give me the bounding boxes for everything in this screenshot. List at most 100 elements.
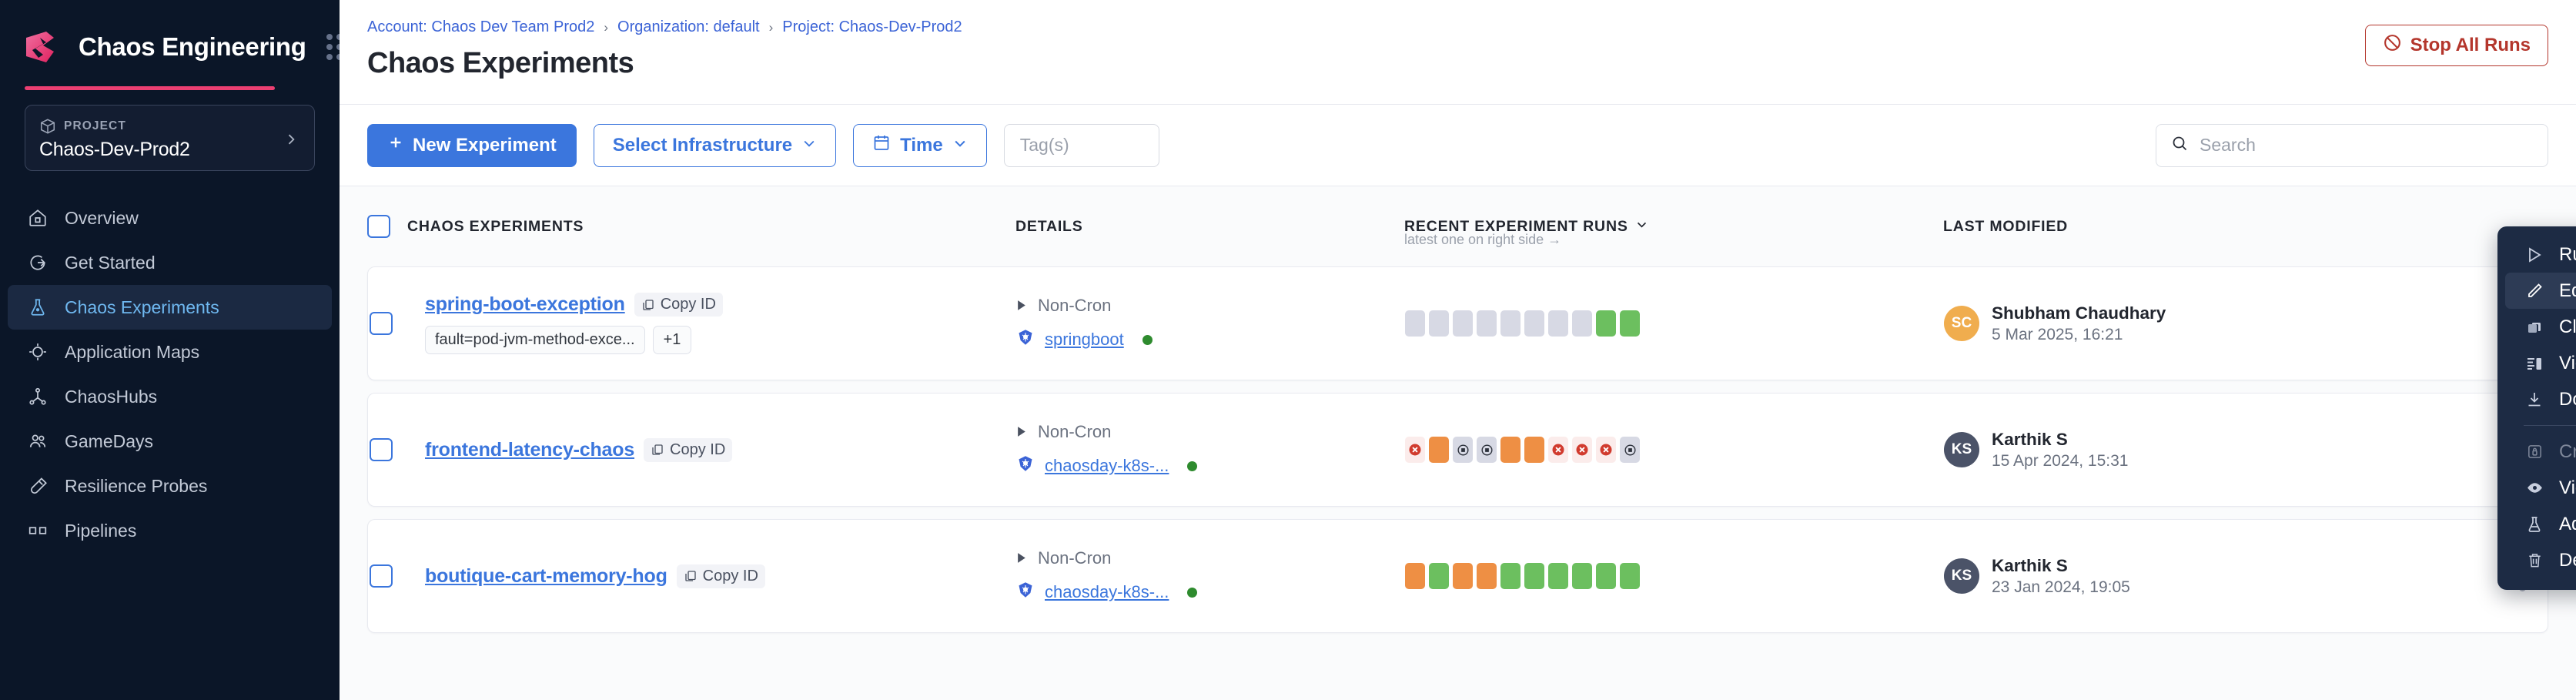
menu-item-clone-experiment[interactable]: Clone Experiment	[2505, 309, 2576, 345]
experiment-name-link[interactable]: frontend-latency-chaos	[425, 439, 634, 461]
run-bar-success[interactable]	[1524, 563, 1544, 589]
run-bar-idle[interactable]	[1405, 310, 1425, 337]
details-cell: Non-Cron chaosday-k8s-...	[1016, 422, 1405, 477]
harness-logo-icon	[23, 27, 63, 67]
copy-id-button[interactable]: Copy ID	[677, 564, 765, 588]
infrastructure-link[interactable]: springboot	[1045, 330, 1124, 350]
run-bar-running[interactable]	[1477, 563, 1497, 589]
last-modified-cell: KS Karthik S 23 Jan 2024, 19:05	[1944, 556, 2329, 597]
select-infrastructure-dropdown[interactable]: Select Infrastructure	[594, 124, 836, 167]
sidebar-item-get-started[interactable]: Get Started	[8, 240, 332, 285]
run-bar-error[interactable]	[1572, 437, 1592, 463]
run-bar-running[interactable]	[1524, 437, 1544, 463]
search-box[interactable]	[2156, 124, 2548, 167]
run-bar-idle[interactable]	[1548, 310, 1568, 337]
row-checkbox[interactable]	[370, 312, 393, 335]
run-bar-idle[interactable]	[1572, 310, 1592, 337]
run-bar-idle[interactable]	[1524, 310, 1544, 337]
sidebar-item-label: ChaosHubs	[65, 387, 157, 407]
trash-icon	[2524, 551, 2545, 569]
run-bar-success[interactable]	[1429, 563, 1449, 589]
run-bar-success[interactable]	[1620, 563, 1640, 589]
chevron-right-icon[interactable]	[283, 132, 299, 151]
menu-item-add-to-chaoshub[interactable]: Add to ChaosHub	[2505, 506, 2576, 542]
sidebar-item-application-maps[interactable]: Application Maps	[8, 330, 332, 374]
run-bar-running[interactable]	[1429, 437, 1449, 463]
lock-icon	[2524, 443, 2545, 461]
experiment-name-link[interactable]: boutique-cart-memory-hog	[425, 565, 667, 588]
project-selector[interactable]: PROJECT Chaos-Dev-Prod2	[25, 105, 315, 171]
run-bar-success[interactable]	[1572, 563, 1592, 589]
breadcrumb-account[interactable]: Account: Chaos Dev Team Prod2	[367, 18, 594, 36]
table-row[interactable]: boutique-cart-memory-hog Copy ID Non-Cro…	[367, 519, 2548, 633]
sidebar-item-chaoshubs[interactable]: ChaosHubs	[8, 374, 332, 419]
main-content: Account: Chaos Dev Team Prod2 › Organiza…	[340, 0, 2576, 700]
column-header-recent-runs[interactable]: latest one on right side → RECENT EXPERI…	[1404, 218, 1943, 236]
experiment-name-link[interactable]: spring-boot-exception	[425, 293, 625, 316]
run-bar-success[interactable]	[1596, 563, 1616, 589]
menu-item-run-now[interactable]: Run Now	[2505, 236, 2576, 273]
run-bar-error[interactable]	[1596, 437, 1616, 463]
infrastructure-link[interactable]: chaosday-k8s-...	[1045, 582, 1169, 602]
menu-item-view-report[interactable]: View Report	[2505, 470, 2576, 506]
run-bar-success[interactable]	[1548, 563, 1568, 589]
run-bar-idle[interactable]	[1500, 310, 1521, 337]
experiment-name-line: boutique-cart-memory-hog Copy ID	[425, 564, 1016, 588]
run-bar-success[interactable]	[1596, 310, 1616, 337]
infrastructure-link[interactable]: chaosday-k8s-...	[1045, 456, 1169, 476]
sidebar-item-label: Resilience Probes	[65, 476, 207, 497]
run-bar-idle[interactable]	[1477, 310, 1497, 337]
row-select-cell	[368, 438, 408, 461]
run-bar-idle[interactable]	[1429, 310, 1449, 337]
run-bar-running[interactable]	[1405, 563, 1425, 589]
tag-chip[interactable]: fault=pod-jvm-method-exce...	[425, 326, 645, 354]
menu-item-edit-experiment[interactable]: Edit Experiment	[2505, 273, 2576, 309]
sidebar-item-overview[interactable]: Overview	[8, 196, 332, 240]
menu-item-view-runs[interactable]: View Runs	[2505, 345, 2576, 381]
menu-item-download-manifest[interactable]: Download Manifest	[2505, 381, 2576, 417]
run-bar-stopped[interactable]	[1620, 437, 1640, 463]
table-row[interactable]: spring-boot-exception Copy ID fault=pod-…	[367, 266, 2548, 380]
menu-item-label: Add to ChaosHub	[2559, 514, 2576, 535]
sidebar-item-gamedays[interactable]: GameDays	[8, 419, 332, 464]
menu-item-label: Delete Experiment	[2559, 550, 2576, 571]
app-grid-icon[interactable]	[326, 34, 340, 60]
tag-overflow-chip[interactable]: +1	[653, 326, 692, 354]
app-root: Chaos Engineering PROJECT Chaos-Dev-Prod…	[0, 0, 2576, 700]
row-checkbox[interactable]	[370, 438, 393, 461]
time-filter-dropdown[interactable]: Time	[853, 124, 987, 167]
search-input[interactable]	[2200, 135, 2534, 156]
stop-all-runs-button[interactable]: Stop All Runs	[2365, 25, 2548, 66]
sidebar-item-chaos-experiments[interactable]: Chaos Experiments	[8, 285, 332, 330]
breadcrumb-organization[interactable]: Organization: default	[617, 18, 760, 36]
menu-item-label: Run Now	[2559, 244, 2576, 266]
copy-id-button[interactable]: Copy ID	[644, 438, 732, 462]
modified-at: 15 Apr 2024, 15:31	[1992, 452, 2129, 471]
sidebar-item-resilience-probes[interactable]: Resilience Probes	[8, 464, 332, 508]
table-row[interactable]: frontend-latency-chaos Copy ID Non-Cron	[367, 393, 2548, 507]
run-bar-error[interactable]	[1405, 437, 1425, 463]
run-bar-success[interactable]	[1620, 310, 1640, 337]
kubernetes-icon	[1016, 328, 1035, 351]
page-header: Account: Chaos Dev Team Prod2 › Organiza…	[340, 0, 2576, 105]
home-icon	[25, 208, 51, 228]
run-bar-running[interactable]	[1500, 437, 1521, 463]
select-all-checkbox[interactable]	[367, 215, 390, 238]
sidebar-item-pipelines[interactable]: Pipelines	[8, 508, 332, 553]
run-bar-success[interactable]	[1500, 563, 1521, 589]
run-bar-idle[interactable]	[1453, 310, 1473, 337]
run-bar-error[interactable]	[1548, 437, 1568, 463]
tags-input[interactable]: Tag(s)	[1004, 124, 1159, 167]
avatar: SC	[1944, 306, 1979, 341]
copy-id-button[interactable]: Copy ID	[634, 293, 723, 317]
new-experiment-button[interactable]: New Experiment	[367, 124, 577, 167]
menu-item-create-condition: Create Condition	[2505, 434, 2576, 470]
download-icon	[2524, 390, 2545, 409]
menu-item-delete-experiment[interactable]: Delete Experiment	[2505, 542, 2576, 578]
recent-runs-cell	[1405, 437, 1944, 463]
breadcrumb-project[interactable]: Project: Chaos-Dev-Prod2	[782, 18, 962, 36]
run-bar-stopped[interactable]	[1453, 437, 1473, 463]
run-bar-stopped[interactable]	[1477, 437, 1497, 463]
row-checkbox[interactable]	[370, 564, 393, 588]
run-bar-running[interactable]	[1453, 563, 1473, 589]
